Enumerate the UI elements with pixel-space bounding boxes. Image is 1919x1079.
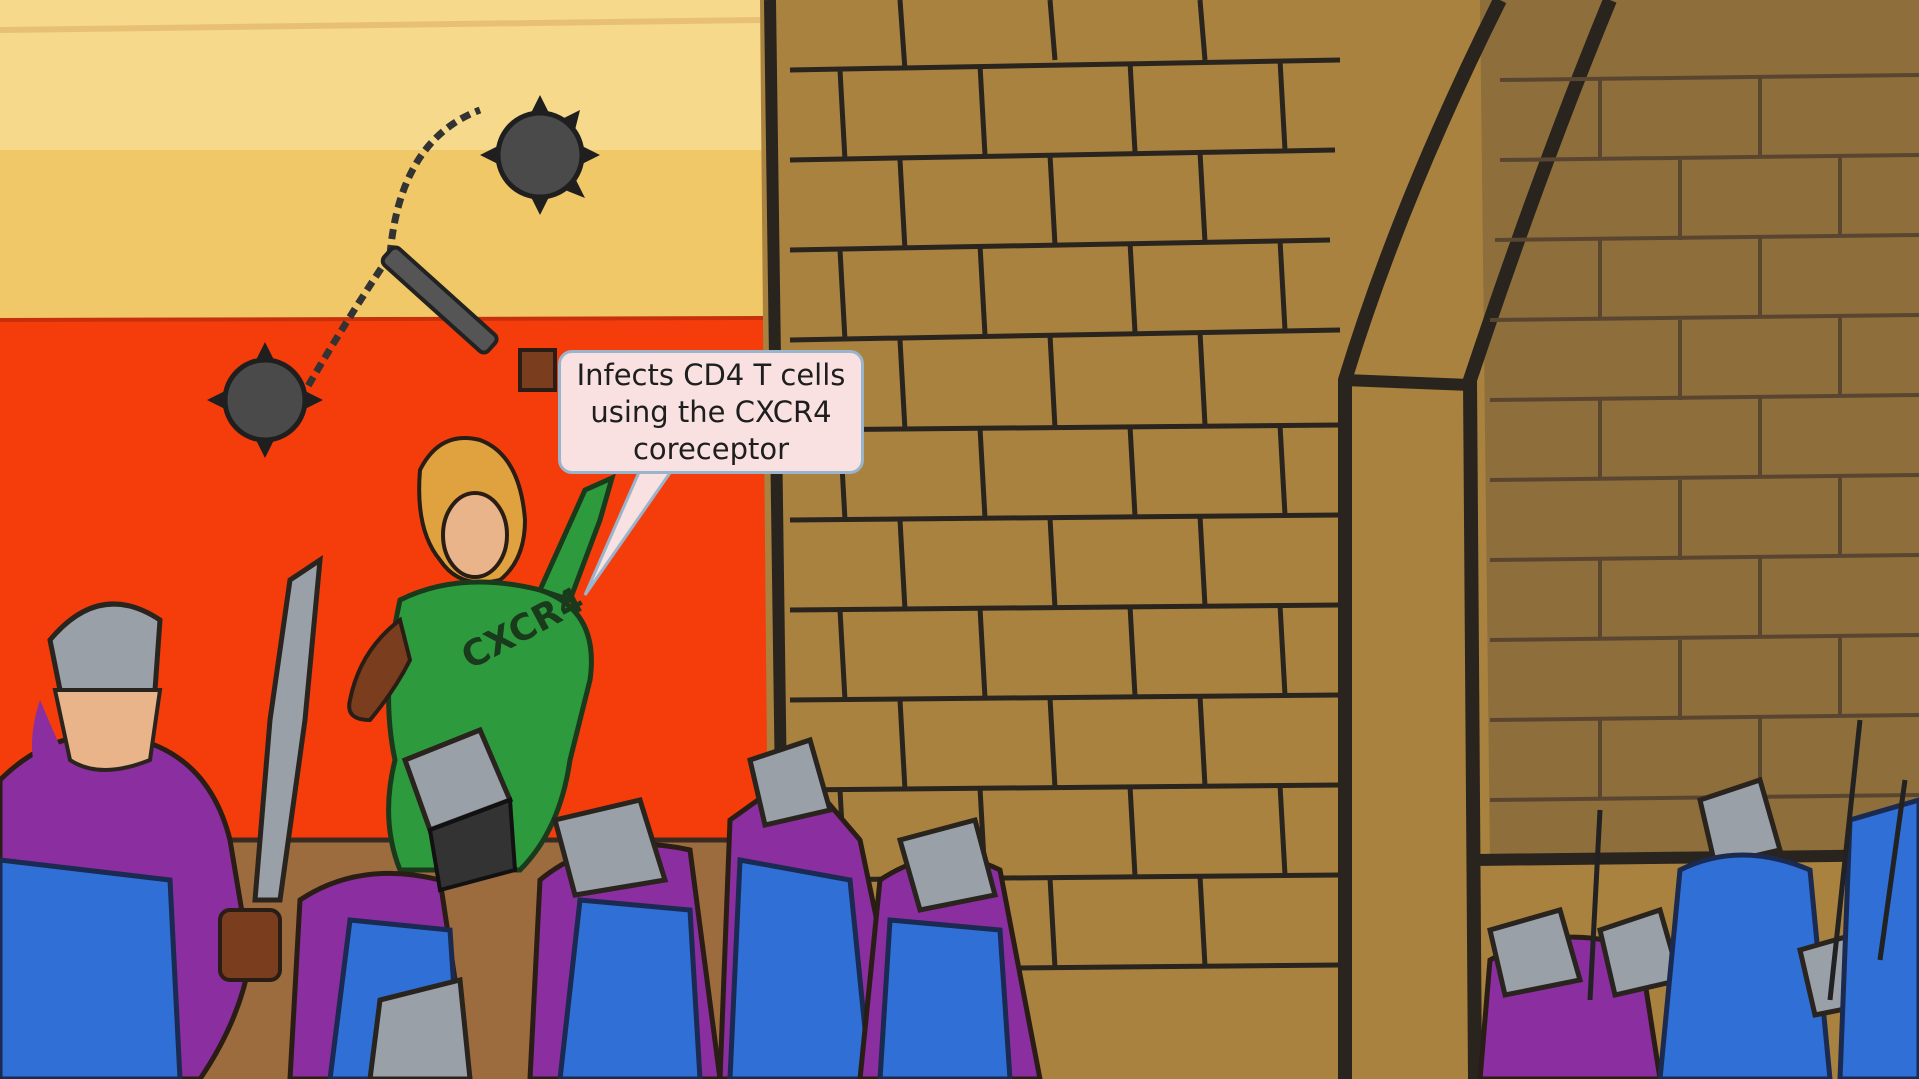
speech-bubble-text: Infects CD4 T cells using the CXCR4 core…	[577, 357, 846, 468]
callout-line-1: Infects CD4 T cells	[576, 357, 846, 392]
callout-line-3: coreceptor	[632, 431, 790, 466]
castle-siege-illustration: CXCR4	[0, 0, 1919, 1079]
speech-bubble: Infects CD4 T cells using the CXCR4 core…	[558, 350, 864, 474]
callout-line-2: using the CXCR4	[590, 394, 832, 429]
comic-scene: CXCR4 Infects CD4 T cells using the CXCR…	[0, 0, 1919, 1079]
